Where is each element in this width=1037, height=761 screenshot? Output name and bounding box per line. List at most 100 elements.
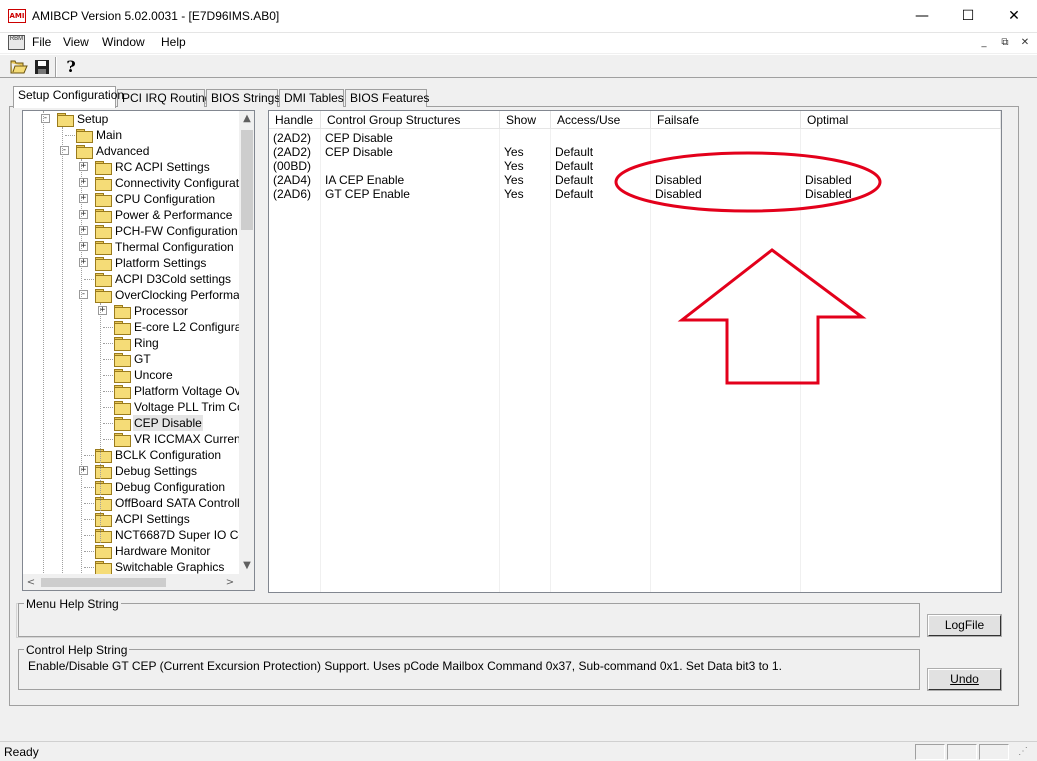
- tree-item-label: Uncore: [134, 368, 173, 382]
- tab-bios-features[interactable]: BIOS Features: [345, 89, 429, 107]
- tree-item[interactable]: OffBoard SATA Controller Configuration: [23, 495, 254, 511]
- tree-item[interactable]: GT: [23, 351, 239, 367]
- column-header-control-group[interactable]: Control Group Structures: [321, 111, 500, 129]
- tree-item-label: RC ACPI Settings: [115, 160, 210, 174]
- folder-icon: [114, 321, 131, 335]
- scroll-up-arrow-icon[interactable]: ▲: [239, 111, 254, 127]
- tree-item-label: Ring: [134, 336, 159, 350]
- minimize-button[interactable]: —: [899, 0, 945, 33]
- tab-pci-irq-routing[interactable]: PCI IRQ Routing: [117, 89, 211, 107]
- menu-window[interactable]: Window: [100, 35, 147, 49]
- tree-item[interactable]: + CPU Configuration: [23, 191, 239, 207]
- tree-item[interactable]: + Connectivity Configuration: [23, 175, 254, 191]
- folder-icon: [95, 209, 112, 223]
- table-row[interactable]: (2AD6) GT CEP Enable Yes Default Disabled Dis…: [269, 187, 1001, 201]
- tree-guide-line: [100, 303, 101, 543]
- resize-grip-icon[interactable]: ⋰: [1018, 746, 1028, 757]
- cell-handle: (2AD2): [273, 145, 312, 159]
- tree-item[interactable]: Uncore: [23, 367, 239, 383]
- column-header-access[interactable]: Access/Use: [551, 111, 651, 129]
- table-row[interactable]: (2AD2) CEP Disable Yes Default: [269, 145, 1001, 159]
- tree-item[interactable]: ACPI Settings: [23, 511, 239, 527]
- open-folder-icon[interactable]: [9, 57, 29, 77]
- tree-item[interactable]: Switchable Graphics: [23, 559, 239, 575]
- tree-vertical-thumb[interactable]: [241, 130, 253, 230]
- save-icon[interactable]: [32, 57, 52, 77]
- control-help-text: Enable/Disable GT CEP (Current Excursion…: [28, 659, 782, 673]
- tree-guide-line: [43, 111, 44, 575]
- cell-control-group: [321, 159, 325, 173]
- tree-item[interactable]: + Processor: [23, 303, 239, 319]
- control-table[interactable]: Handle Control Group Structures Show Acc…: [268, 110, 1002, 593]
- document-icon[interactable]: RBM: [8, 35, 25, 50]
- cell-show: Yes: [504, 145, 524, 159]
- column-header-optimal[interactable]: Optimal: [801, 111, 1001, 129]
- menu-help[interactable]: Help: [159, 35, 188, 49]
- tree-item[interactable]: + Debug Settings: [23, 463, 239, 479]
- tab-bios-strings[interactable]: BIOS Strings: [206, 89, 280, 107]
- tree-item[interactable]: E-core L2 Configuration: [23, 319, 254, 335]
- tree-item-label: Power & Performance: [115, 208, 233, 222]
- column-header-failsafe[interactable]: Failsafe: [651, 111, 801, 129]
- column-header-show[interactable]: Show: [500, 111, 551, 129]
- folder-icon: [95, 193, 112, 207]
- child-minimize-button[interactable]: _: [977, 37, 991, 49]
- tab-setup-configuration[interactable]: Setup Configuration: [13, 86, 124, 108]
- tree-item[interactable]: + PCH-FW Configuration: [23, 223, 239, 239]
- logfile-button[interactable]: LogFile: [927, 614, 1002, 637]
- child-close-button[interactable]: ✕: [1018, 37, 1032, 49]
- tree-horizontal-thumb[interactable]: [41, 578, 166, 587]
- tree-item[interactable]: VR ICCMAX Current Override: [23, 431, 254, 447]
- tree-item[interactable]: Main: [23, 127, 239, 143]
- scroll-left-arrow-icon[interactable]: <: [23, 575, 39, 590]
- table-row[interactable]: (2AD2) CEP Disable: [269, 131, 1001, 145]
- child-restore-button[interactable]: ⧉: [998, 37, 1012, 49]
- help-icon[interactable]: ?: [61, 57, 81, 77]
- tree-item[interactable]: Voltage PLL Trim Controls: [23, 399, 254, 415]
- menu-file[interactable]: File: [30, 35, 53, 49]
- tree-item-label: ACPI D3Cold settings: [115, 272, 232, 286]
- tree-item[interactable]: - Advanced: [23, 143, 239, 159]
- scroll-down-arrow-icon[interactable]: ▼: [239, 558, 254, 574]
- tree-item[interactable]: - Setup: [23, 111, 239, 127]
- tree-item[interactable]: Platform Voltage Overrides: [23, 383, 254, 399]
- status-panel: [947, 744, 977, 760]
- tree-item[interactable]: Hardware Monitor: [23, 543, 239, 559]
- table-row[interactable]: (2AD4) IA CEP Enable Yes Default Disabled Dis…: [269, 173, 1001, 187]
- tree-item[interactable]: -OverClocking Performance Menu: [23, 287, 254, 303]
- tree-item[interactable]: ACPI D3Cold settings: [23, 271, 239, 287]
- folder-icon: [114, 417, 131, 431]
- undo-button[interactable]: Undo: [927, 668, 1002, 691]
- cell-control-group: CEP Disable: [325, 131, 393, 145]
- tree-item-label: Debug Settings: [115, 464, 198, 478]
- tree-item[interactable]: CEP Disable: [23, 415, 239, 431]
- folder-icon: [95, 177, 112, 191]
- toolbar-separator: [55, 57, 57, 77]
- tree-item[interactable]: Ring: [23, 335, 239, 351]
- cell-control-group: CEP Disable: [325, 145, 393, 159]
- tree-item-label: OverClocking Performance Menu: [115, 288, 255, 302]
- scroll-right-arrow-icon[interactable]: >: [222, 575, 238, 590]
- maximize-button[interactable]: ☐: [945, 0, 991, 33]
- tree-item[interactable]: + Power & Performance: [23, 207, 239, 223]
- close-button[interactable]: ✕: [991, 0, 1037, 33]
- tree-item-label: NCT6687D Super IO Configuration: [115, 528, 254, 542]
- cell-optimal: Disabled: [805, 173, 852, 187]
- tab-dmi-tables[interactable]: DMI Tables: [279, 89, 344, 107]
- table-row[interactable]: (00BD) Yes Default: [269, 159, 1001, 173]
- folder-icon: [95, 465, 112, 479]
- menu-view[interactable]: View: [61, 35, 91, 49]
- scroll-corner: [239, 574, 254, 590]
- control-help-box: Enable/Disable GT CEP (Current Excursion…: [18, 649, 920, 690]
- tree-item[interactable]: + Platform Settings: [23, 255, 239, 271]
- folder-icon: [95, 513, 112, 527]
- tree-item[interactable]: NCT6687D Super IO Configuration: [23, 527, 254, 543]
- status-bar: Ready ⋰: [0, 741, 1037, 761]
- setup-tree[interactable]: - Setup Main - Advanced + RC ACPI Settings + Con…: [22, 110, 255, 591]
- tree-item-label: Main: [96, 128, 123, 142]
- tree-item[interactable]: Debug Configuration: [23, 479, 239, 495]
- column-header-handle[interactable]: Handle: [269, 111, 321, 129]
- tree-item[interactable]: + Thermal Configuration: [23, 239, 239, 255]
- tree-item[interactable]: + RC ACPI Settings: [23, 159, 239, 175]
- tree-item[interactable]: BCLK Configuration: [23, 447, 239, 463]
